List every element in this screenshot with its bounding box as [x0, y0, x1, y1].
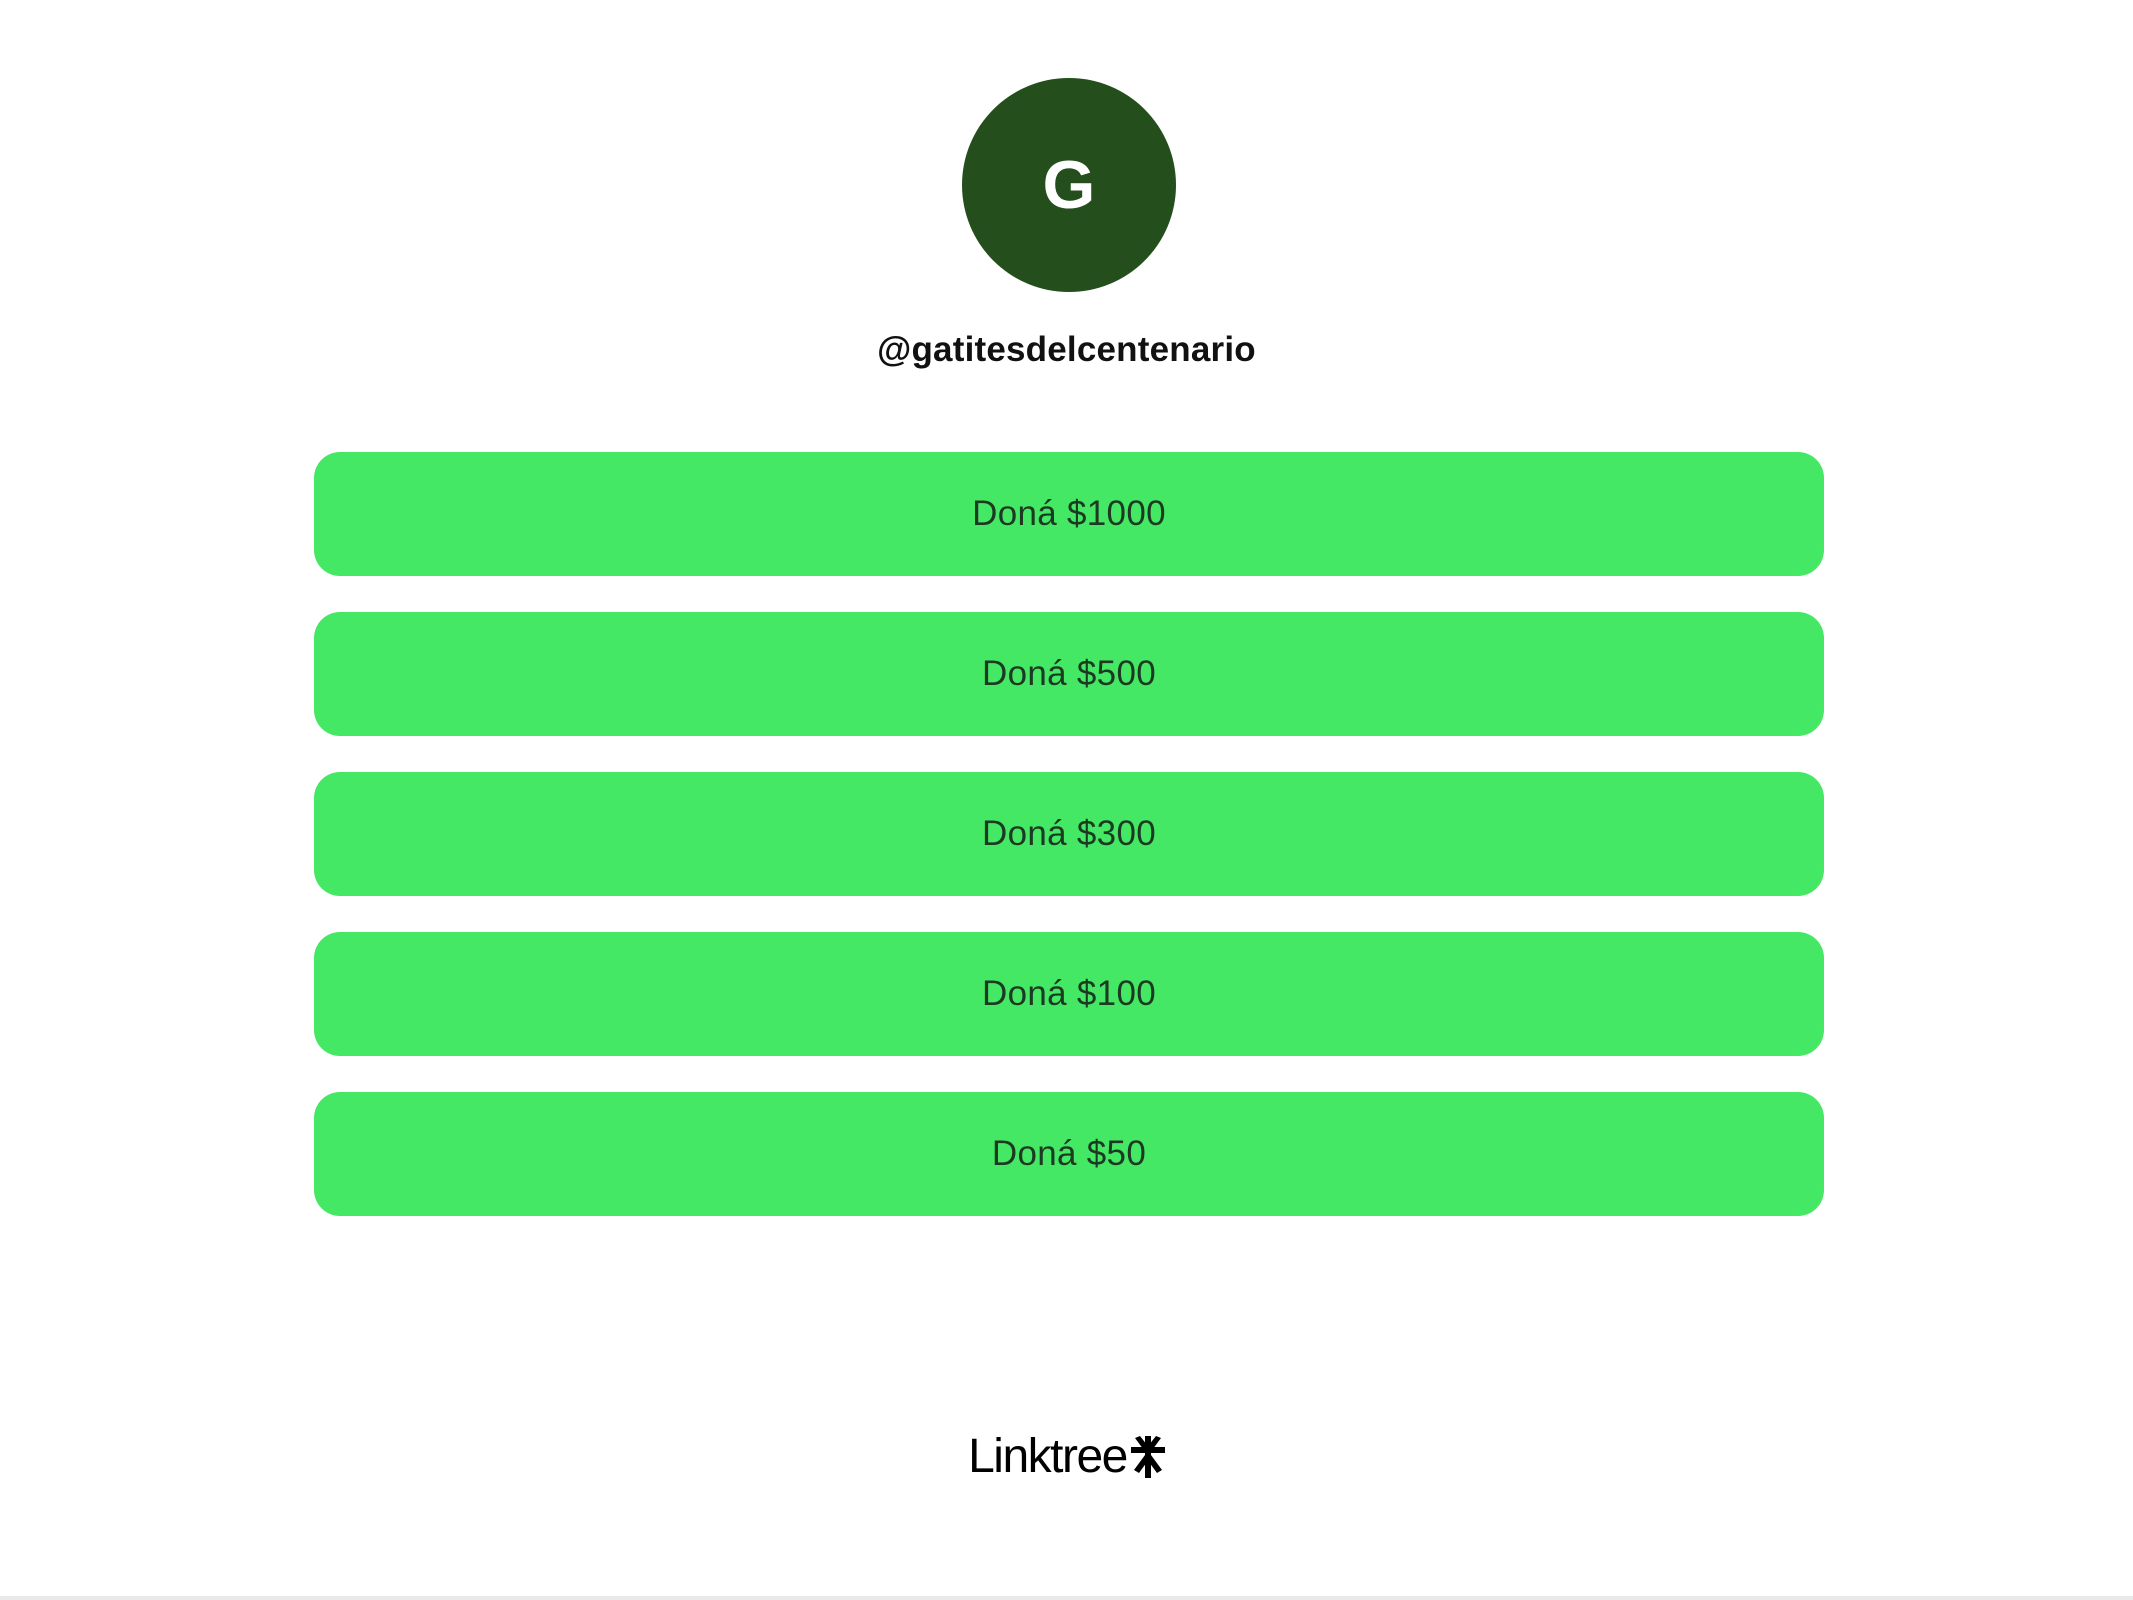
donate-50-button[interactable]: Doná $50	[314, 1092, 1824, 1216]
donate-1000-button[interactable]: Doná $1000	[314, 452, 1824, 576]
link-label: Doná $100	[982, 974, 1156, 1013]
linktree-profile-page: G @gatitesdelcentenario Doná $1000 Doná …	[0, 0, 2133, 1600]
linktree-logo-text: Linktree	[968, 1430, 1128, 1483]
donate-300-button[interactable]: Doná $300	[314, 772, 1824, 896]
profile-username: @gatitesdelcentenario	[877, 330, 1256, 369]
donate-500-button[interactable]: Doná $500	[314, 612, 1824, 736]
link-list: Doná $1000 Doná $500 Doná $300 Doná $100…	[314, 452, 1824, 1216]
link-label: Doná $500	[982, 654, 1156, 693]
link-label: Doná $300	[982, 814, 1156, 853]
avatar: G	[962, 78, 1176, 292]
bottom-divider	[0, 1596, 2133, 1600]
linktree-logo-link[interactable]: Linktree	[0, 1433, 2133, 1481]
linktree-asterisk-icon	[1130, 1436, 1165, 1478]
avatar-initial: G	[1042, 147, 1096, 223]
link-label: Doná $1000	[972, 494, 1166, 533]
donate-100-button[interactable]: Doná $100	[314, 932, 1824, 1056]
link-label: Doná $50	[991, 1134, 1147, 1173]
